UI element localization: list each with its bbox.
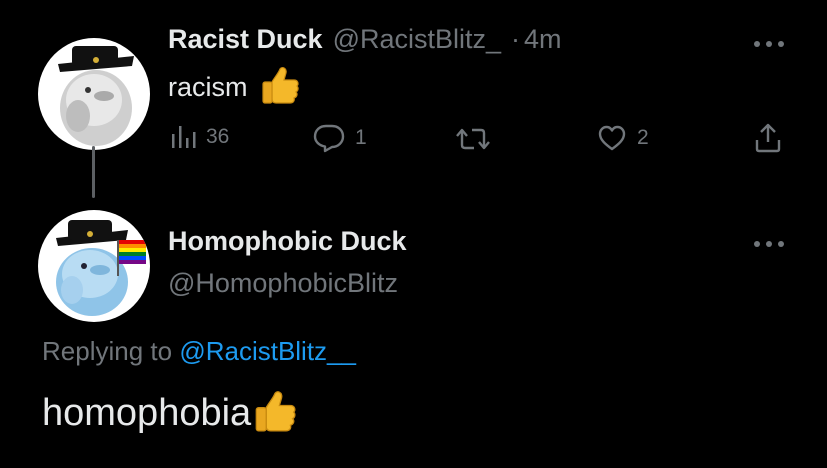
reply-bubble-icon	[313, 123, 345, 153]
more-options-icon[interactable]	[752, 236, 786, 247]
reply-author-display-name[interactable]: Homophobic Duck	[168, 226, 407, 257]
author-display-name[interactable]: Racist Duck	[168, 24, 323, 55]
replying-to-mention[interactable]: @RacistBlitz__	[179, 336, 356, 366]
thumbs-up-icon	[253, 390, 297, 437]
heart-icon	[597, 124, 627, 152]
views-count: 36	[206, 125, 230, 148]
more-options-icon[interactable]	[752, 36, 786, 47]
replying-to-line: Replying to @RacistBlitz__	[42, 336, 356, 367]
thread-connector-line	[92, 146, 95, 198]
reply-action[interactable]: 1	[313, 123, 367, 153]
thumbs-up-icon	[260, 66, 300, 109]
analytics-bars-icon	[170, 124, 196, 150]
reply-author-handle[interactable]: @HomophobicBlitz	[168, 268, 398, 299]
like-action[interactable]: 2	[597, 124, 649, 152]
retweet-action[interactable]	[455, 125, 501, 153]
share-action[interactable]	[753, 122, 793, 154]
author-handle[interactable]: @RacistBlitz_	[333, 24, 501, 55]
retweet-icon	[455, 125, 491, 153]
tweet-timestamp[interactable]: 4m	[524, 24, 562, 55]
like-count: 2	[637, 126, 649, 149]
avatar-homophobic-duck[interactable]	[38, 210, 150, 322]
avatar-racist-duck[interactable]	[38, 38, 150, 150]
time-separator: ·	[511, 24, 521, 54]
tweet-body-text: racism	[168, 72, 248, 102]
duck-avatar-image	[38, 210, 150, 322]
reply-body-text: homophobia	[42, 392, 252, 434]
duck-avatar-image	[38, 38, 150, 150]
replying-prefix: Replying to	[42, 336, 173, 366]
share-upload-icon	[753, 122, 783, 154]
views-action[interactable]: 36	[170, 124, 229, 150]
reply-count: 1	[355, 126, 367, 149]
